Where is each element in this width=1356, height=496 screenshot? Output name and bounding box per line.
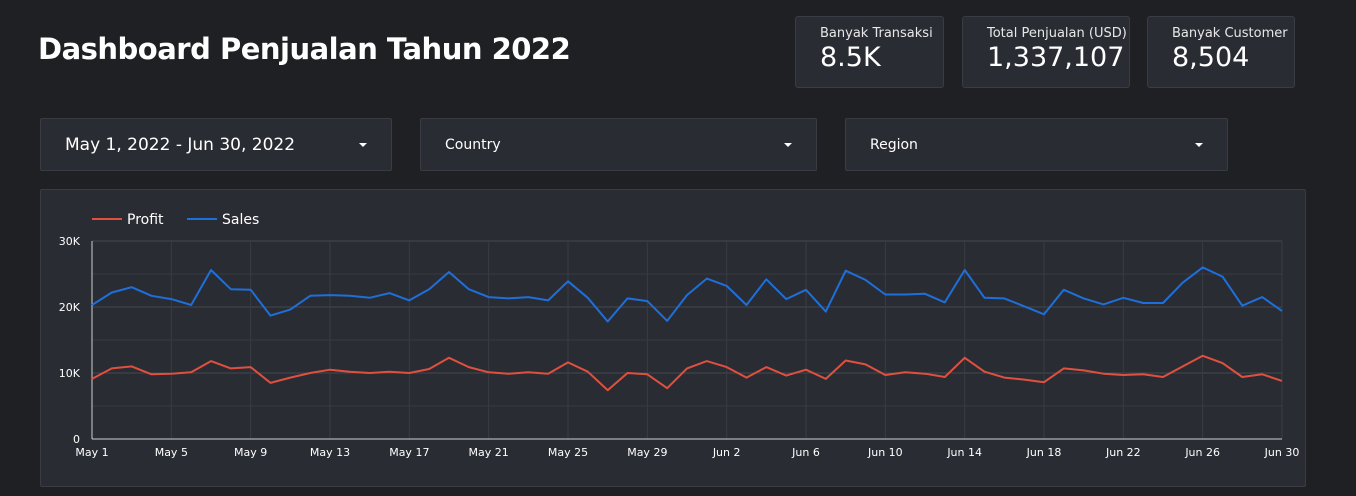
chevron-down-icon [359, 142, 367, 147]
series-line-sales [91, 266, 1283, 323]
kpi-value: 8,504 [1172, 42, 1250, 73]
country-filter[interactable]: Country [420, 118, 817, 171]
kpi-label: Total Penjualan (USD) [987, 26, 1127, 41]
kpi-card-transactions: Banyak Transaksi 8.5K [795, 16, 944, 88]
y-tick-label: 0 [73, 433, 80, 446]
x-tick-label: Jun 6 [791, 446, 820, 459]
x-tick-label: Jun 18 [1026, 446, 1062, 459]
x-tick-label: May 17 [389, 446, 429, 459]
y-tick-label: 30K [59, 235, 81, 248]
kpi-card-customers: Banyak Customer 8,504 [1147, 16, 1295, 88]
kpi-value: 8.5K [820, 42, 881, 73]
x-tick-label: May 13 [310, 446, 350, 459]
kpi-label: Banyak Transaksi [820, 26, 933, 41]
region-filter[interactable]: Region [845, 118, 1228, 171]
line-chart-panel: 0 10K 20K 30K May 1 May 5 May 9 May 13 May 17 May… [40, 189, 1306, 487]
legend-label: Profit [127, 212, 164, 228]
kpi-label: Banyak Customer [1172, 26, 1288, 41]
x-tick-label: Jun 30 [1264, 446, 1300, 459]
region-filter-label: Region [870, 136, 918, 153]
legend-label: Sales [222, 212, 259, 228]
chevron-down-icon [784, 142, 792, 147]
x-tick-label: May 29 [627, 446, 667, 459]
x-tick-label: Jun 2 [712, 446, 741, 459]
x-tick-label: May 25 [548, 446, 588, 459]
line-chart: 0 10K 20K 30K May 1 May 5 May 9 May 13 May 17 May… [59, 212, 1300, 459]
x-tick-label: May 5 [155, 446, 188, 459]
x-tick-label: Jun 26 [1184, 446, 1220, 459]
kpi-card-total-sales: Total Penjualan (USD) 1,337,107 [962, 16, 1130, 88]
x-tick-label: May 1 [75, 446, 108, 459]
y-tick-label: 20K [59, 301, 81, 314]
x-tick-label: Jun 22 [1105, 446, 1141, 459]
y-tick-label: 10K [59, 367, 81, 380]
country-filter-label: Country [445, 136, 501, 153]
x-tick-label: Jun 14 [946, 446, 982, 459]
page-title: Dashboard Penjualan Tahun 2022 [38, 32, 571, 66]
chevron-down-icon [1195, 142, 1203, 147]
x-tick-label: May 21 [469, 446, 509, 459]
x-tick-label: Jun 10 [867, 446, 903, 459]
x-tick-label: May 9 [234, 446, 267, 459]
kpi-value: 1,337,107 [987, 42, 1125, 73]
date-range-value: May 1, 2022 - Jun 30, 2022 [65, 134, 296, 155]
date-range-picker[interactable]: May 1, 2022 - Jun 30, 2022 [40, 118, 392, 171]
